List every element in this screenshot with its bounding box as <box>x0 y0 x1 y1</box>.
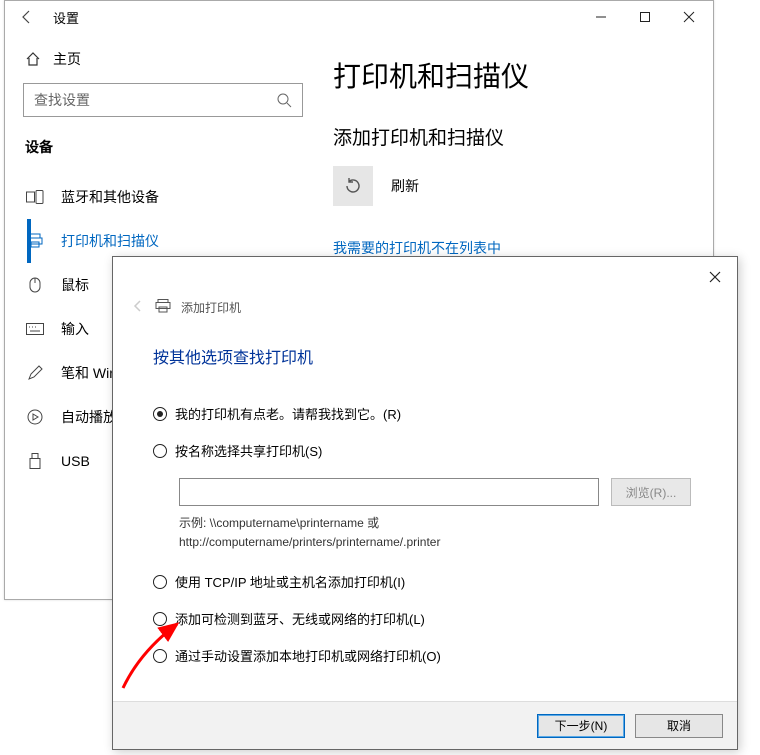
browse-button[interactable]: 浏览(R)... <box>611 478 691 506</box>
shared-printer-name-input[interactable] <box>179 478 599 506</box>
radio-label: 按名称选择共享打印机(S) <box>175 441 322 460</box>
refresh-icon <box>343 176 363 196</box>
cancel-button[interactable]: 取消 <box>635 714 723 738</box>
nav-label: 输入 <box>61 319 89 339</box>
radio-option-tcpip[interactable]: 使用 TCP/IP 地址或主机名添加打印机(I) <box>153 572 697 591</box>
titlebar: 设置 <box>5 1 713 33</box>
printer-not-listed-link[interactable]: 我需要的打印机不在列表中 <box>333 238 703 258</box>
search-placeholder: 查找设置 <box>34 90 276 110</box>
dialog-breadcrumb: 添加打印机 <box>113 257 737 316</box>
dialog-breadcrumb-label: 添加打印机 <box>181 299 241 316</box>
radio-icon <box>153 612 167 626</box>
nav-label: 自动播放 <box>61 407 117 427</box>
keyboard-icon <box>25 323 45 335</box>
dialog-close-button[interactable] <box>701 265 729 289</box>
home-label: 主页 <box>53 49 81 69</box>
radio-label: 使用 TCP/IP 地址或主机名添加打印机(I) <box>175 572 405 591</box>
radio-option-bluetooth[interactable]: 添加可检测到蓝牙、无线或网络的打印机(L) <box>153 609 697 628</box>
pen-icon <box>25 365 45 381</box>
minimize-button[interactable] <box>579 1 623 33</box>
add-printer-dialog: 添加打印机 按其他选项查找打印机 我的打印机有点老。请帮我找到它。(R) 按名称… <box>112 256 738 750</box>
radio-label: 我的打印机有点老。请帮我找到它。(R) <box>175 404 401 423</box>
radio-option-by-name[interactable]: 按名称选择共享打印机(S) <box>153 441 697 460</box>
radio-icon <box>153 649 167 663</box>
printer-icon <box>25 233 45 249</box>
radio-label: 通过手动设置添加本地打印机或网络打印机(O) <box>175 646 441 665</box>
radio-option-old-printer[interactable]: 我的打印机有点老。请帮我找到它。(R) <box>153 404 697 423</box>
radio-option-manual[interactable]: 通过手动设置添加本地打印机或网络打印机(O) <box>153 646 697 665</box>
radio-icon <box>153 444 167 458</box>
sidebar-item-bluetooth[interactable]: 蓝牙和其他设备 <box>23 175 325 219</box>
sub-heading: 添加打印机和扫描仪 <box>333 123 703 150</box>
nav-label: USB <box>61 453 90 469</box>
home-link[interactable]: 主页 <box>23 43 325 83</box>
devices-icon <box>25 190 45 204</box>
home-icon <box>25 51 41 67</box>
dialog-back-icon[interactable] <box>131 299 145 316</box>
dialog-title: 按其他选项查找打印机 <box>153 344 697 368</box>
next-button[interactable]: 下一步(N) <box>537 714 625 738</box>
back-button[interactable] <box>7 1 47 33</box>
section-title: 设备 <box>25 137 325 157</box>
autoplay-icon <box>25 409 45 425</box>
nav-label: 打印机和扫描仪 <box>61 231 159 251</box>
usb-icon <box>25 453 45 469</box>
nav-label: 蓝牙和其他设备 <box>61 187 159 207</box>
radio-icon <box>153 575 167 589</box>
window-title: 设置 <box>53 8 79 27</box>
search-input[interactable]: 查找设置 <box>23 83 303 117</box>
search-icon <box>276 92 292 108</box>
printer-small-icon <box>155 299 171 316</box>
example-text: 示例: \\computername\printername 或 http://… <box>179 514 697 552</box>
maximize-button[interactable] <box>623 1 667 33</box>
refresh-label: 刷新 <box>391 176 419 196</box>
mouse-icon <box>25 277 45 293</box>
close-button[interactable] <box>667 1 711 33</box>
refresh-button[interactable] <box>333 166 373 206</box>
radio-icon <box>153 407 167 421</box>
dialog-footer: 下一步(N) 取消 <box>113 701 737 749</box>
radio-label: 添加可检测到蓝牙、无线或网络的打印机(L) <box>175 609 425 628</box>
page-heading: 打印机和扫描仪 <box>333 55 703 95</box>
nav-label: 鼠标 <box>61 275 89 295</box>
